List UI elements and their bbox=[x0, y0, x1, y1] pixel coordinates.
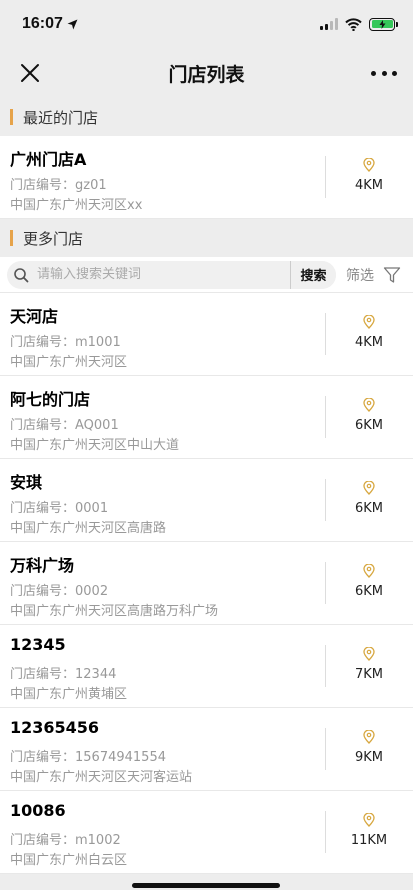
location-pin-icon bbox=[363, 481, 375, 495]
store-distance: 6KM bbox=[354, 584, 383, 599]
divider bbox=[325, 313, 326, 355]
store-address: 中国广东广州黄埔区 bbox=[10, 687, 128, 702]
store-distance: 11KM bbox=[350, 833, 388, 848]
store-code: 门店编号：12344 bbox=[10, 667, 117, 682]
divider bbox=[325, 645, 326, 687]
store-name: 阿七的门店 bbox=[10, 390, 91, 409]
store-item[interactable]: 天河店门店编号：m1001 中国广东广州天河区 4KM bbox=[0, 293, 413, 376]
store-address: 中国广东广州天河区xx bbox=[10, 198, 143, 213]
section-title: 最近的门店 bbox=[23, 108, 99, 127]
more-options-icon[interactable] bbox=[371, 60, 397, 86]
signal-icon bbox=[320, 18, 338, 30]
store-address: 中国广东广州天河区中山大道 bbox=[10, 438, 180, 453]
divider bbox=[325, 396, 326, 438]
store-distance: 9KM bbox=[354, 750, 383, 765]
time-label: 16:07 bbox=[22, 15, 63, 32]
store-distance: 7KM bbox=[354, 667, 383, 682]
recent-store-item[interactable]: 广州门店A 门店编号：gz01 中国广东广州天河区xx 4KM bbox=[0, 136, 413, 219]
store-name: 万科广场 bbox=[10, 556, 75, 575]
battery-icon bbox=[369, 17, 398, 31]
filter-button[interactable]: 筛选 bbox=[346, 265, 401, 285]
location-pin-icon bbox=[363, 315, 375, 329]
store-address: 中国广东广州天河区高唐路万科广场 bbox=[10, 604, 219, 619]
location-pin-icon bbox=[363, 398, 375, 412]
store-address: 中国广东广州天河区天河客运站 bbox=[10, 770, 193, 785]
status-time: 16:07 bbox=[22, 15, 78, 33]
store-distance: 4KM bbox=[354, 335, 383, 350]
charging-bolt-icon bbox=[379, 19, 385, 29]
home-indicator bbox=[132, 883, 280, 888]
store-distance: 4KM bbox=[354, 178, 383, 193]
store-distance: 6KM bbox=[354, 418, 383, 433]
location-pin-icon bbox=[363, 564, 375, 578]
divider bbox=[325, 156, 326, 198]
divider bbox=[325, 479, 326, 521]
store-name: 10086 bbox=[10, 801, 66, 820]
search-row: 搜索 筛选 bbox=[0, 257, 413, 293]
location-pin-icon bbox=[363, 813, 375, 827]
search-button[interactable]: 搜索 bbox=[290, 260, 336, 289]
close-icon[interactable] bbox=[18, 61, 42, 85]
store-code: 门店编号：m1001 bbox=[10, 335, 121, 350]
store-code: 门店编号：gz01 bbox=[10, 178, 107, 193]
store-code: 门店编号：15674941554 bbox=[10, 750, 166, 765]
store-name: 天河店 bbox=[10, 307, 59, 326]
nav-bar: 门店列表 bbox=[0, 48, 413, 98]
page-title: 门店列表 bbox=[168, 63, 245, 86]
store-code: 门店编号：0001 bbox=[10, 501, 109, 516]
filter-funnel-icon bbox=[383, 266, 401, 283]
location-pin-icon bbox=[363, 647, 375, 661]
store-code: 门店编号：0002 bbox=[10, 584, 109, 599]
store-item[interactable]: 万科广场门店编号：0002 中国广东广州天河区高唐路万科广场 6KM bbox=[0, 542, 413, 625]
section-accent-bar bbox=[10, 109, 13, 125]
divider bbox=[325, 728, 326, 770]
store-code: 门店编号：m1002 bbox=[10, 833, 121, 848]
store-list: 天河店门店编号：m1001 中国广东广州天河区 4KM 阿七的门店门店编号：AQ001… bbox=[0, 293, 413, 874]
store-item[interactable]: 安琪门店编号：0001 中国广东广州天河区高唐路 6KM bbox=[0, 459, 413, 542]
location-pin-icon bbox=[363, 730, 375, 744]
store-item[interactable]: 10086 门店编号：m1002 中国广东广州白云区 11KM bbox=[0, 791, 413, 874]
section-title: 更多门店 bbox=[23, 229, 84, 248]
store-item[interactable]: 12365456 门店编号：15674941554 中国广东广州天河区天河客运站 9K… bbox=[0, 708, 413, 791]
store-distance: 6KM bbox=[354, 501, 383, 516]
store-address: 中国广东广州天河区 bbox=[10, 355, 128, 370]
store-address: 中国广东广州天河区高唐路 bbox=[10, 521, 167, 536]
store-name: 广州门店A bbox=[10, 150, 87, 169]
search-icon bbox=[14, 267, 29, 282]
store-name: 12365456 bbox=[10, 718, 100, 737]
search-box: 搜索 bbox=[7, 260, 336, 289]
filter-label: 筛选 bbox=[346, 267, 374, 284]
store-name: 12345 bbox=[10, 635, 66, 654]
wifi-icon bbox=[345, 17, 362, 31]
divider bbox=[325, 562, 326, 604]
store-code: 门店编号：AQ001 bbox=[10, 418, 119, 433]
location-arrow-icon bbox=[67, 19, 78, 29]
status-bar: 16:07 bbox=[0, 0, 413, 48]
store-address: 中国广东广州白云区 bbox=[10, 853, 128, 868]
section-accent-bar bbox=[10, 230, 13, 246]
store-name: 安琪 bbox=[10, 473, 43, 492]
store-item[interactable]: 12345 门店编号：12344 中国广东广州黄埔区 7KM bbox=[0, 625, 413, 708]
location-pin-icon bbox=[363, 158, 375, 172]
section-header-recent: 最近的门店 bbox=[0, 98, 413, 136]
store-item[interactable]: 阿七的门店门店编号：AQ001 中国广东广州天河区中山大道 6KM bbox=[0, 376, 413, 459]
divider bbox=[325, 811, 326, 853]
search-input[interactable] bbox=[37, 267, 290, 282]
section-header-more: 更多门店 bbox=[0, 219, 413, 257]
